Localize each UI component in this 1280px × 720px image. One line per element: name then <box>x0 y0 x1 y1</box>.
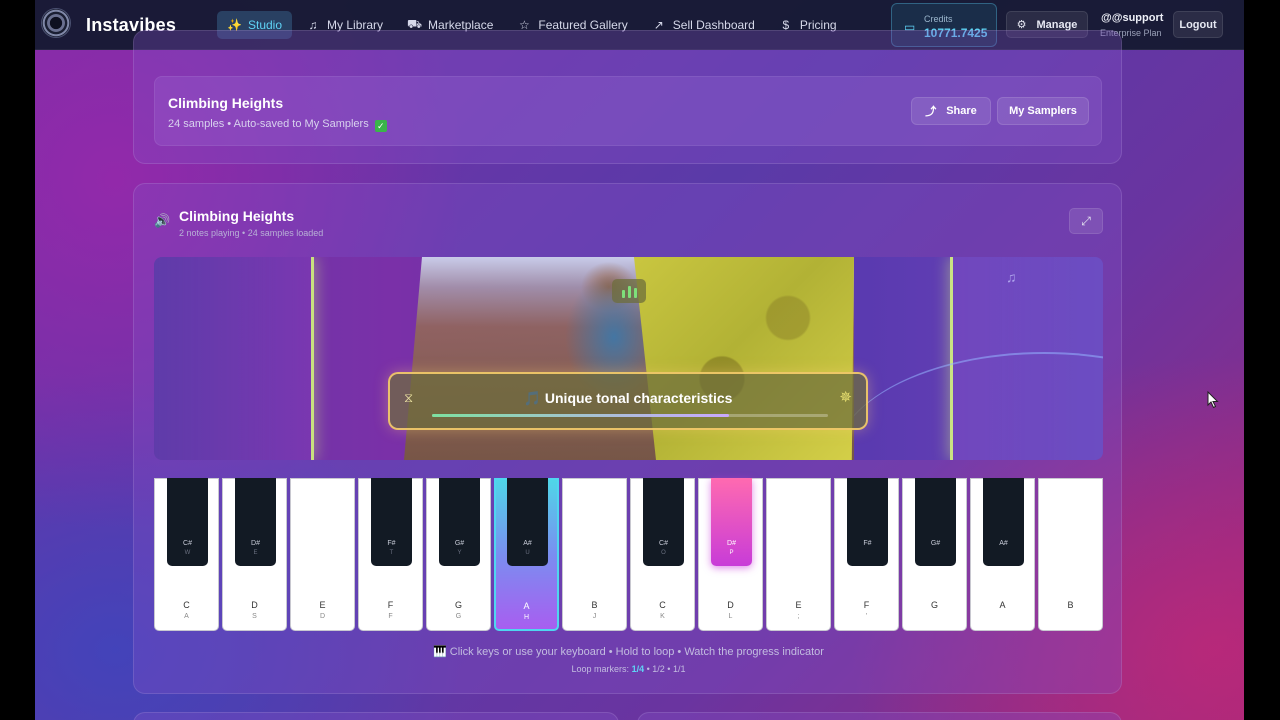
sample-visualizer: ♫ ⧖ 🎵 Unique tonal characteristics ✵ <box>154 257 1103 460</box>
key-note-label: D <box>251 600 258 610</box>
user-name: @@support <box>1101 12 1164 24</box>
key-note-label: C# <box>183 540 192 547</box>
black-key-a-sharp[interactable]: A# U <box>507 478 548 566</box>
player-subtitle: 2 notes playing • 24 samples loaded <box>179 228 324 238</box>
key-shortcut-label: D <box>319 613 326 620</box>
key-shortcut-label: S <box>252 613 257 620</box>
sample-caption: ⧖ 🎵 Unique tonal characteristics ✵ <box>388 372 868 430</box>
share-button[interactable]: ⤴ Share <box>911 97 991 125</box>
mouse-cursor-icon <box>1207 390 1219 414</box>
key-shortcut-label: G <box>455 613 462 620</box>
key-shortcut-label: ; <box>797 613 800 620</box>
key-shortcut-label: U <box>525 550 530 556</box>
black-key-f-sharp[interactable]: F# <box>847 478 888 566</box>
key-note-label: G# <box>454 540 465 547</box>
key-shortcut-label: J <box>592 613 597 620</box>
black-key-a-sharp[interactable]: A# <box>983 478 1024 566</box>
black-key-d-sharp[interactable]: D# P <box>711 478 752 566</box>
marker-whole[interactable]: 1/1 <box>673 664 686 674</box>
piano-keyboard: C A D S E D F F G G A H B J C K D L E; F ' G A B C# W D# E F# T G# Y A# U… <box>154 478 1103 631</box>
key-note-label: D <box>727 600 734 610</box>
share-icon: ⤴ <box>925 106 937 118</box>
key-shortcut-label: E <box>253 550 258 556</box>
key-note-label: F <box>387 600 394 610</box>
key-shortcut-label: K <box>660 613 665 620</box>
check-icon: ✓ <box>374 120 387 132</box>
key-note-label: D# <box>251 540 260 547</box>
key-note-label: A <box>523 601 530 611</box>
key-note-label: A <box>999 600 1006 610</box>
key-note-label: B <box>591 600 598 610</box>
star-sparkle-icon: ✵ <box>839 389 852 406</box>
key-note-label: E <box>319 600 326 610</box>
white-key-b[interactable]: B <box>1038 478 1103 631</box>
marker-quarter[interactable]: 1/4 <box>632 664 645 674</box>
visualizer-arc <box>834 352 1103 460</box>
credits-label: Credits <box>924 14 953 24</box>
equalizer-icon <box>612 279 646 303</box>
project-title: Climbing Heights <box>168 95 284 111</box>
key-note-label: G <box>930 600 938 610</box>
player-title: Climbing Heights <box>179 208 295 224</box>
project-subtitle: 24 samples • Auto-saved to My Samplers ✓ <box>168 118 387 132</box>
black-key-g-sharp[interactable]: G# <box>915 478 956 566</box>
caption-text: 🎵 Unique tonal characteristics <box>523 390 733 406</box>
key-note-label: D# <box>727 540 736 547</box>
black-key-f-sharp[interactable]: F# T <box>371 478 412 566</box>
keyboard-hint: 🎹 Click keys or use your keyboard • Hold… <box>433 646 824 658</box>
marker-half[interactable]: 1/2 <box>652 664 665 674</box>
music-note-icon: ♫ <box>1006 269 1017 285</box>
project-card: Climbing Heights 24 samples • Auto-saved… <box>133 30 1122 164</box>
bottom-card-left <box>133 712 619 720</box>
key-note-label: F# <box>387 540 396 547</box>
key-note-label: E <box>795 600 802 610</box>
key-note-label: F <box>863 600 870 610</box>
white-key-e[interactable]: E; <box>766 478 831 631</box>
key-shortcut-label: ' <box>865 613 868 620</box>
key-shortcut-label: Y <box>457 550 462 556</box>
key-shortcut-label: L <box>728 613 733 620</box>
key-shortcut-label: O <box>661 550 666 556</box>
sampler-player-card: 🔊 Climbing Heights 2 notes playing • 24 … <box>133 183 1122 694</box>
speaker-icon: 🔊 <box>154 213 171 228</box>
key-shortcut-label: F <box>388 613 393 620</box>
caption-progress <box>432 414 828 417</box>
black-key-d-sharp[interactable]: D# E <box>235 478 276 566</box>
black-key-c-sharp[interactable]: C# W <box>167 478 208 566</box>
key-note-label: C# <box>659 540 668 547</box>
logout-button[interactable]: Logout <box>1173 11 1223 38</box>
key-note-label: C <box>659 600 666 610</box>
logo-icon[interactable] <box>41 8 71 38</box>
my-samplers-button[interactable]: My Samplers <box>997 97 1089 125</box>
white-key-b[interactable]: BJ <box>562 478 627 631</box>
white-key-e[interactable]: ED <box>290 478 355 631</box>
bottom-card-right <box>637 712 1122 720</box>
key-note-label: A# <box>523 540 532 547</box>
key-shortcut-label: W <box>184 550 191 556</box>
project-header: Climbing Heights 24 samples • Auto-saved… <box>154 76 1102 146</box>
key-note-label: B <box>1067 600 1074 610</box>
key-note-label: A# <box>999 540 1008 547</box>
key-shortcut-label: P <box>729 550 734 556</box>
expand-button[interactable]: ⤢ <box>1069 208 1103 234</box>
key-shortcut-label: T <box>389 550 394 556</box>
visualizer-panel-left <box>154 257 314 460</box>
caption-progress-fill <box>432 414 729 417</box>
black-key-g-sharp[interactable]: G# Y <box>439 478 480 566</box>
loop-markers: Loop markers: 1/4 • 1/2 • 1/1 <box>571 664 686 674</box>
key-shortcut-label: A <box>184 613 189 620</box>
key-note-label: F# <box>863 540 872 547</box>
key-shortcut-label: H <box>523 614 530 621</box>
black-key-c-sharp[interactable]: C# O <box>643 478 684 566</box>
key-note-label: C <box>183 600 190 610</box>
expand-icon: ⤢ <box>1081 213 1091 228</box>
key-note-label: G <box>454 600 462 610</box>
key-note-label: G# <box>930 540 941 547</box>
